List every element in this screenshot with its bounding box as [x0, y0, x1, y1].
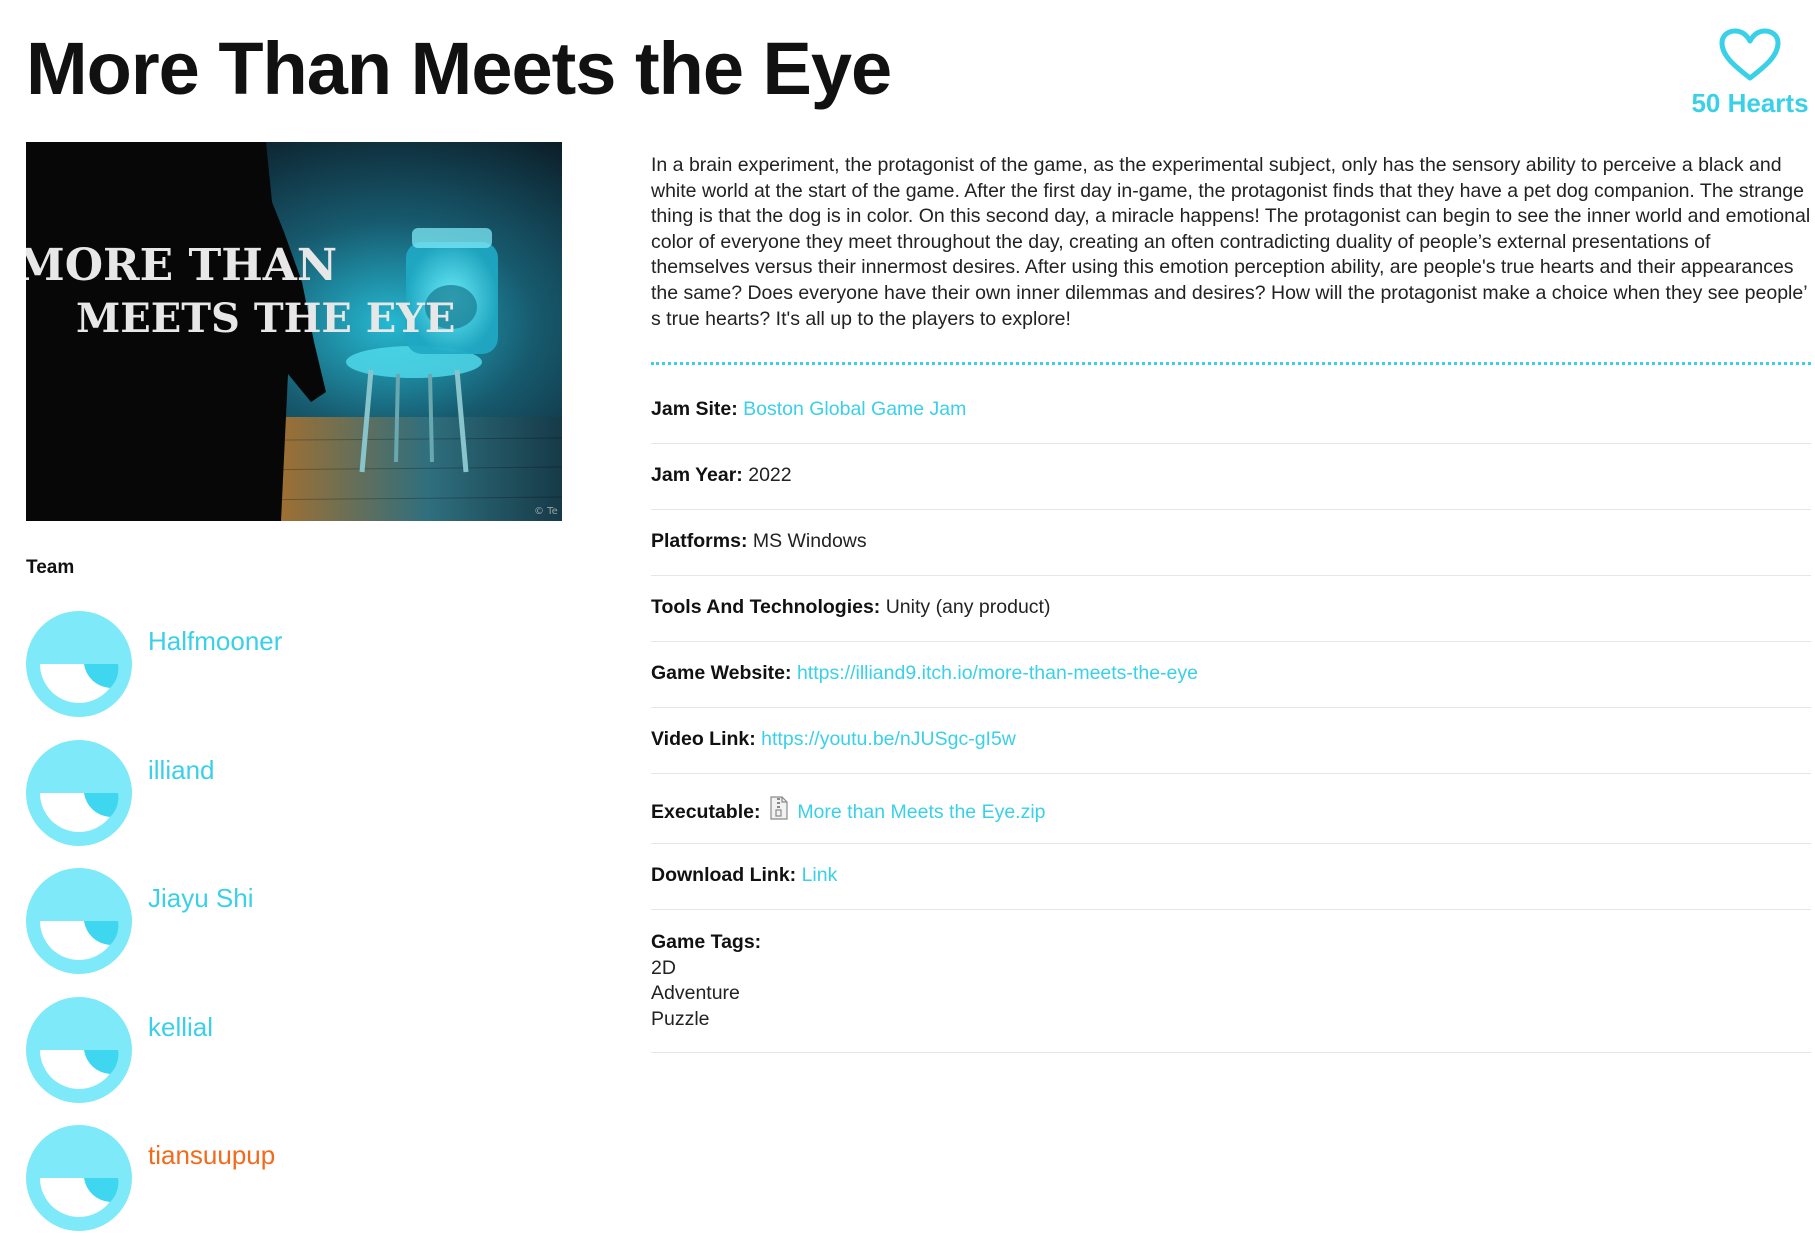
hearts-button[interactable]: 50 Hearts — [1685, 28, 1815, 119]
detail-label: Executable: — [651, 801, 761, 823]
detail-label: Platforms: — [651, 530, 748, 552]
detail-platforms: Platforms: MS Windows — [651, 510, 1811, 576]
team-member: Jiayu Shi — [26, 868, 546, 997]
team-heading: Team — [26, 557, 75, 578]
detail-label: Jam Year: — [651, 464, 743, 486]
team-member: illiand — [26, 739, 546, 869]
cover-credit: © Te — [534, 506, 558, 517]
cover-title-line-1: MORE THAN — [26, 240, 337, 291]
hearts-count: 50 Hearts — [1691, 88, 1809, 118]
detail-label: Download Link: — [651, 864, 797, 886]
executable-download-link[interactable]: More than Meets the Eye.zip — [797, 801, 1045, 823]
default-avatar-icon[interactable] — [26, 868, 132, 974]
page-title: More Than Meets the Eye — [26, 27, 892, 110]
detail-label: Tools And Technologies: — [651, 596, 881, 618]
team-list: Halfmooner illiand Jiayu Shi kellial tia… — [26, 611, 546, 1254]
team-member-name[interactable]: illiand — [148, 755, 215, 786]
detail-label: Jam Site: — [651, 398, 738, 420]
game-cover-image: MORE THAN MEETS THE EYE © Te — [26, 142, 562, 521]
game-tag: Puzzle — [651, 1007, 710, 1030]
detail-jam-year: Jam Year: 2022 — [651, 444, 1811, 510]
jam-year-value: 2022 — [748, 464, 792, 486]
default-avatar-icon[interactable] — [26, 996, 132, 1103]
download-link[interactable]: Link — [802, 864, 838, 886]
detail-download-link: Download Link: Link — [651, 844, 1811, 910]
jam-site-link[interactable]: Boston Global Game Jam — [743, 398, 966, 420]
dotted-divider — [651, 362, 1811, 365]
game-description: In a brain experiment, the protagonist o… — [651, 154, 1811, 330]
game-website-link[interactable]: https://illiand9.itch.io/more-than-meets… — [797, 662, 1198, 684]
team-member-name[interactable]: tiansuupup — [148, 1140, 275, 1171]
detail-executable: Executable: More than Meets the Eye.zip — [651, 774, 1811, 844]
detail-label: Game Tags: — [651, 931, 762, 953]
game-tag: Adventure — [651, 982, 740, 1005]
video-link[interactable]: https://youtu.be/nJUSgc-gI5w — [761, 728, 1016, 750]
detail-label: Video Link: — [651, 728, 756, 750]
team-member-name[interactable]: Halfmooner — [148, 626, 282, 657]
team-member: kellial — [26, 996, 546, 1126]
zip-file-icon — [770, 796, 788, 820]
team-member: tiansuupup — [26, 1125, 546, 1254]
game-tag-list: 2D Adventure Puzzle — [651, 956, 1811, 1033]
team-member-name[interactable]: kellial — [148, 1012, 213, 1043]
detail-game-website: Game Website: https://illiand9.itch.io/m… — [651, 642, 1811, 708]
game-details-list: Jam Site: Boston Global Game Jam Jam Yea… — [651, 378, 1811, 1053]
cover-title-line-2: MEETS THE EYE — [76, 295, 455, 342]
platforms-value: MS Windows — [752, 530, 867, 552]
detail-video-link: Video Link: https://youtu.be/nJUSgc-gI5w — [651, 708, 1811, 774]
detail-jam-site: Jam Site: Boston Global Game Jam — [651, 378, 1811, 444]
default-avatar-icon[interactable] — [26, 611, 132, 717]
default-avatar-icon[interactable] — [26, 1125, 132, 1231]
tools-value: Unity (any product) — [885, 596, 1051, 618]
detail-game-tags: Game Tags: 2D Adventure Puzzle — [651, 910, 1811, 1053]
heart-outline-icon[interactable] — [1719, 28, 1781, 82]
team-member-name[interactable]: Jiayu Shi — [148, 883, 254, 914]
default-avatar-icon[interactable] — [26, 739, 132, 846]
game-tag: 2D — [651, 956, 676, 979]
detail-label: Game Website: — [651, 662, 792, 684]
team-member: Halfmooner — [26, 611, 546, 740]
detail-tools: Tools And Technologies: Unity (any produ… — [651, 576, 1811, 642]
